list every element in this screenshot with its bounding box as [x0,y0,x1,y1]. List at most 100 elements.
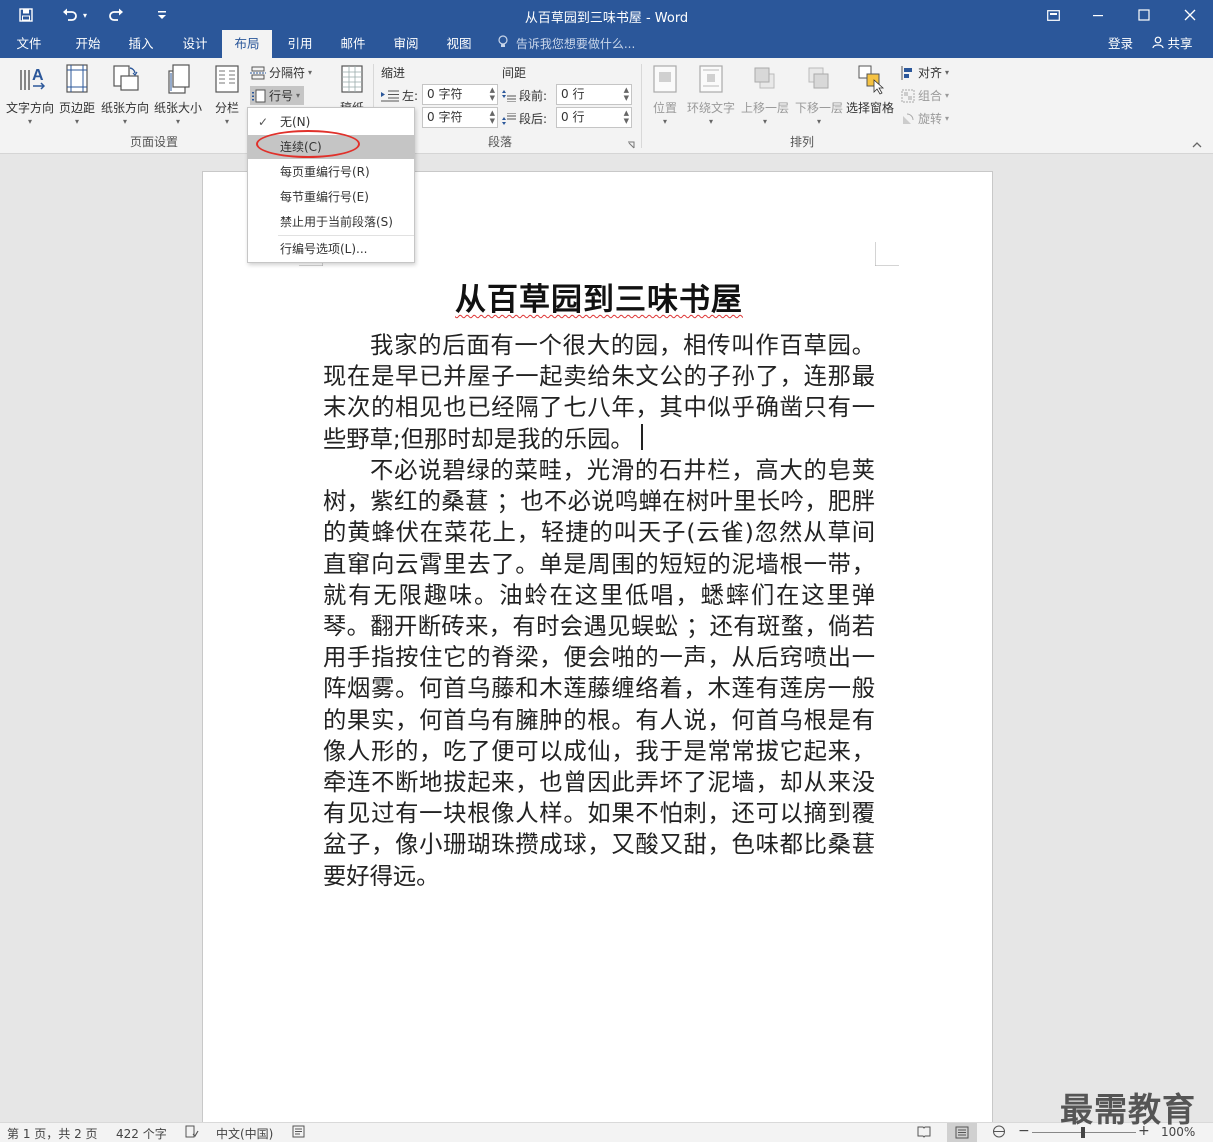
spinner-icon[interactable]: ▲ ▼ [624,109,629,125]
indent-left-value: 0 字符 [427,87,463,101]
send-backward-button[interactable]: 下移一层 ▾ [795,62,843,126]
spacing-before-value: 0 行 [561,87,585,101]
indent-right-input[interactable]: 0 字符 ▲ ▼ [422,107,498,128]
lightbulb-icon [498,35,512,51]
paragraph-dialog-launcher-icon[interactable] [627,138,635,152]
status-bar: 第 1 页，共 2 页 422 个字 中文(中国) − + 100% [0,1122,1213,1142]
menu-item-none-label: 无(N) [280,115,311,129]
paper-size-icon [168,64,190,94]
minimize-icon[interactable] [1075,0,1121,30]
spinner-icon[interactable]: ▲ ▼ [490,86,495,102]
paragraph-2[interactable]: 不必说碧绿的菜畦，光滑的石井栏，高大的皂荚树，紫红的桑葚 ；也不必说鸣蝉在树叶里… [323,455,875,892]
breaks-button[interactable]: 分隔符 ▾ [250,64,312,81]
wrap-text-icon [699,65,723,93]
maximize-icon[interactable] [1121,0,1167,30]
rotate-button[interactable]: 旋转 ▾ [901,110,949,127]
selection-pane-icon [858,65,885,95]
spacing-after-text: 段后: [519,112,548,126]
tab-mailings[interactable]: 邮件 [326,30,380,58]
document-title-text: 从百草园到三味书屋 [455,282,743,318]
margins-button[interactable]: 页边距 ▾ [59,62,95,126]
close-icon[interactable] [1167,0,1213,30]
word-count[interactable]: 422 个字 [116,1125,167,1142]
tab-home[interactable]: 开始 [62,30,114,58]
rotate-label: 旋转 [918,112,943,126]
document-canvas: 从百草园到三味书屋 我家的后面有一个很大的园，相传叫作百草园。现在是早已并屋子一… [0,155,1213,1131]
menu-item-restart-section-label: 每节重编行号(E) [280,190,369,204]
tab-insert[interactable]: 插入 [114,30,168,58]
columns-button[interactable]: 分栏 ▾ [212,62,242,126]
arrange-group-label: 排列 [790,135,815,149]
spacing-after-label: 段后: [502,110,547,127]
macro-icon[interactable] [292,1125,305,1141]
columns-icon [215,65,239,93]
document-title[interactable]: 从百草园到三味书屋 [323,274,875,319]
login-link[interactable]: 登录 [1108,30,1133,58]
position-icon [653,65,677,93]
page-setup-group-label: 页面设置 [130,135,179,149]
indent-right-value: 0 字符 [427,110,463,124]
ribbon-display-icon[interactable] [1030,0,1076,30]
language[interactable]: 中文(中国) [216,1125,273,1142]
wrap-text-label: 环绕文字 [687,101,736,115]
align-button[interactable]: 对齐 ▾ [901,64,949,81]
menu-item-restart-page-label: 每页重编行号(R) [280,165,370,179]
paragraph-1[interactable]: 我家的后面有一个很大的园，相传叫作百草园。现在是早已并屋子一起卖给朱文公的子孙了… [323,330,875,455]
size-button[interactable]: 纸张大小 ▾ [154,62,202,126]
send-backward-icon [808,67,829,89]
page-count[interactable]: 第 1 页，共 2 页 [7,1125,98,1142]
group-button[interactable]: 组合 ▾ [901,87,949,104]
send-backward-label: 下移一层 [795,101,844,115]
menu-item-restart-section[interactable]: 每节重编行号(E) [248,185,414,209]
menu-item-suppress[interactable]: 禁止用于当前段落(S) [248,210,414,234]
indent-left-label: 左: [381,87,418,104]
menu-item-options[interactable]: 行编号选项(L)... [248,237,414,261]
indent-left-icon [381,90,399,101]
share-label: 共享 [1167,36,1193,51]
document-page[interactable]: 从百草园到三味书屋 我家的后面有一个很大的园，相传叫作百草园。现在是早已并屋子一… [202,171,993,1131]
spinner-icon[interactable]: ▲ ▼ [624,86,629,102]
selection-pane-label: 选择窗格 [846,101,895,115]
breaks-label: 分隔符 [269,66,306,80]
line-numbers-menu: ✓ 无(N) 连续(C) 每页重编行号(R) 每节重编行号(E) 禁止用于当前段… [247,107,415,263]
proofing-icon[interactable] [185,1125,199,1141]
columns-label: 分栏 [214,101,239,115]
tab-references[interactable]: 引用 [274,30,326,58]
zoom-out-icon[interactable]: − [1018,1123,1030,1139]
tell-me-text: 告诉我您想要做什么... [515,37,636,51]
indent-left-input[interactable]: 0 字符 ▲ ▼ [422,84,498,105]
spacing-before-input[interactable]: 0 行 ▲ ▼ [556,84,632,105]
spinner-icon[interactable]: ▲ ▼ [490,109,495,125]
read-mode-icon[interactable] [917,1125,931,1141]
indent-heading: 缩进 [381,66,406,80]
menu-item-restart-page[interactable]: 每页重编行号(R) [248,160,414,184]
tell-me-search[interactable]: 告诉我您想要做什么... [498,30,635,58]
spacing-after-input[interactable]: 0 行 ▲ ▼ [556,107,632,128]
tab-view[interactable]: 视图 [432,30,486,58]
selection-pane-button[interactable]: 选择窗格 [846,62,894,116]
bring-forward-button[interactable]: 上移一层 ▾ [741,62,789,126]
watermark: 最需教育 [1060,1090,1196,1129]
share-button[interactable]: 共享 [1146,33,1198,55]
rotate-icon [903,113,914,124]
tab-review[interactable]: 审阅 [380,30,432,58]
orientation-button[interactable]: 纸张方向 ▾ [101,62,149,126]
spacing-before-label: 段前: [502,87,547,104]
position-label: 位置 [652,101,677,115]
spacing-after-value: 0 行 [561,110,585,124]
collapse-ribbon-icon[interactable] [1192,138,1202,152]
position-button[interactable]: 位置 ▾ [650,62,680,126]
spacing-heading: 间距 [502,66,527,80]
menu-item-none[interactable]: ✓ 无(N) [248,110,414,134]
spacing-before-icon [502,89,516,102]
menu-item-options-label: 行编号选项(L)... [280,242,368,256]
line-numbers-button[interactable]: 行号 ▾ [250,86,305,105]
breaks-icon [250,66,266,79]
web-layout-icon[interactable] [992,1125,1006,1141]
text-direction-button[interactable]: A 文字方向 ▾ [6,62,54,126]
tab-layout[interactable]: 布局 [222,30,272,58]
wrap-text-button[interactable]: 环绕文字 ▾ [687,62,735,126]
tab-file[interactable]: 文件 [4,30,54,58]
print-layout-icon[interactable] [947,1123,977,1142]
tab-design[interactable]: 设计 [168,30,222,58]
